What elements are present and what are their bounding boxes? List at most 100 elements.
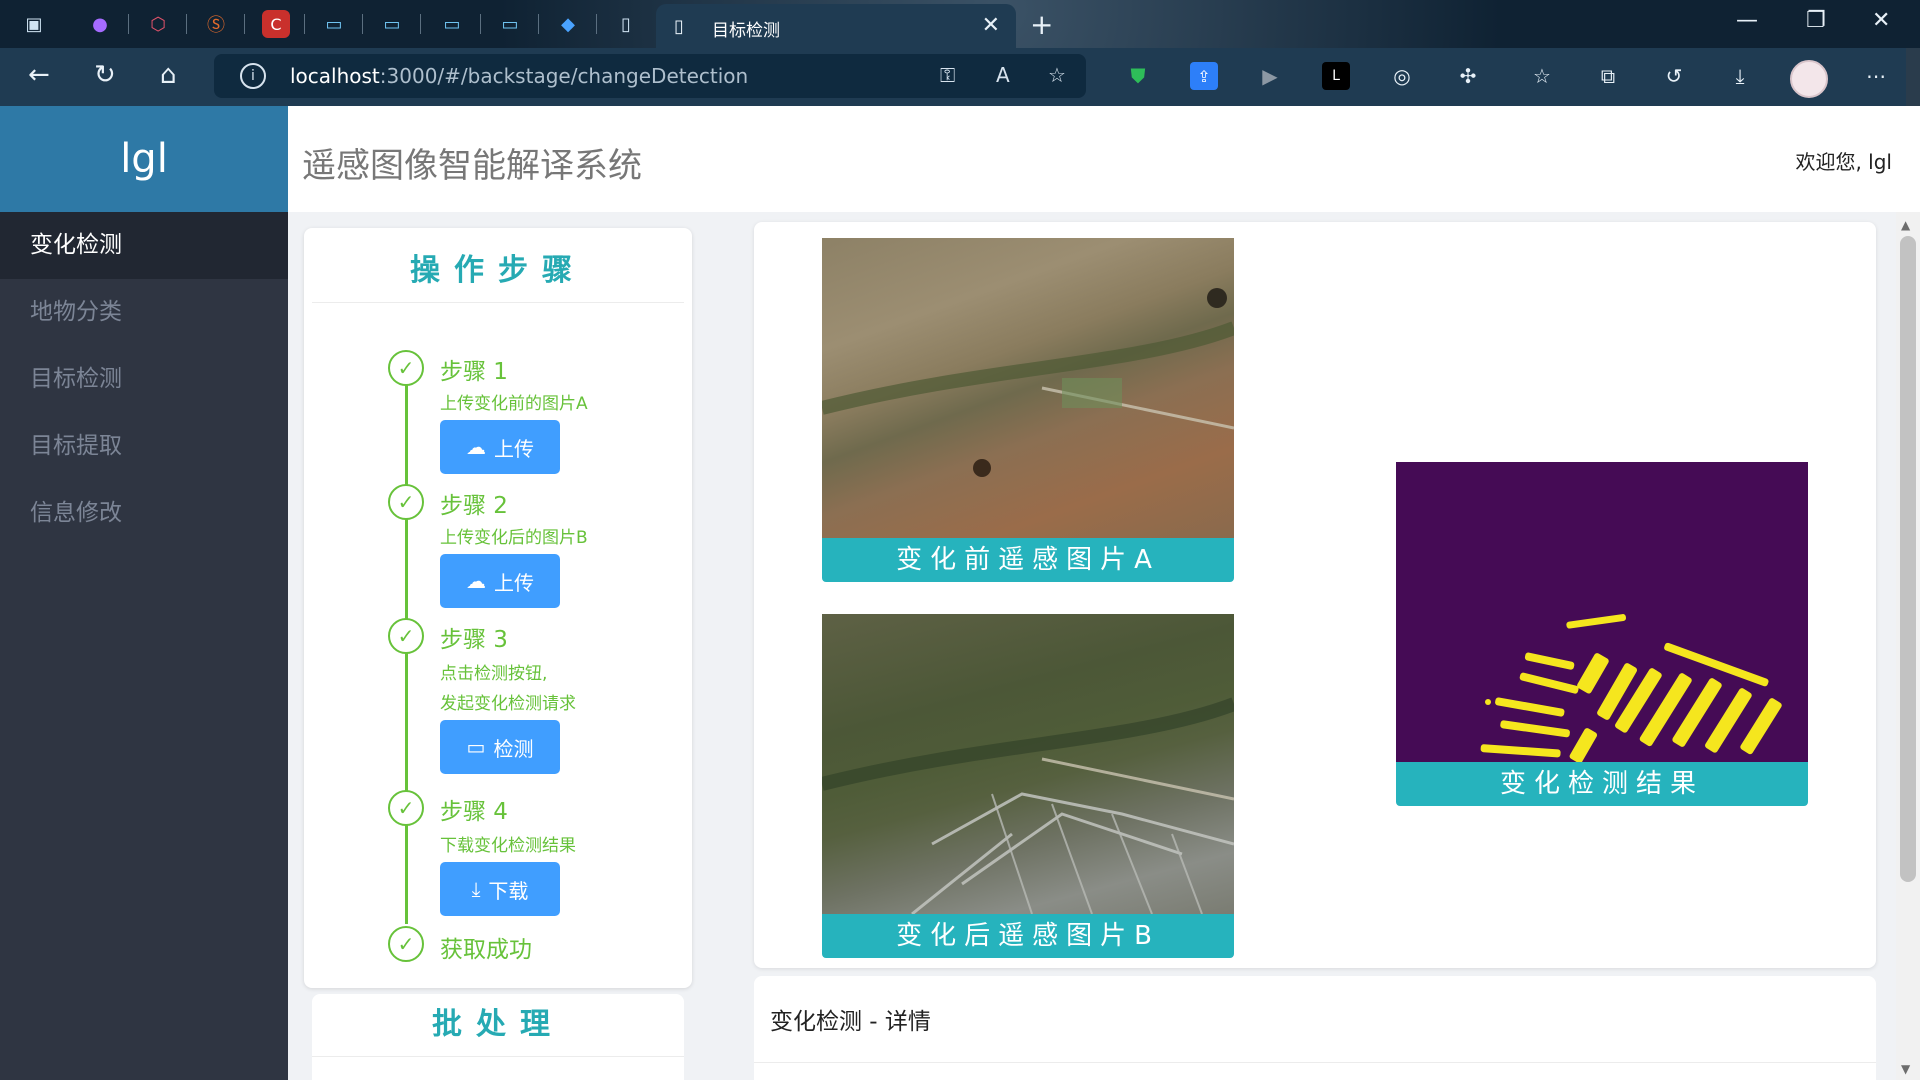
downloads-icon[interactable]: ⤓ (1726, 62, 1754, 90)
extensions-puzzle-icon[interactable]: ✣ (1454, 62, 1482, 90)
tab-favicon-icon[interactable]: ● (86, 10, 114, 38)
batch-card: 批处理 (312, 994, 684, 1080)
active-tab[interactable]: ▯ 目标检测 ✕ (656, 4, 1016, 48)
step-2-desc: 上传变化后的图片B (440, 528, 588, 548)
password-key-icon[interactable]: ⚿ (940, 63, 955, 87)
tab-favicon-icon[interactable]: ▭ (320, 10, 348, 38)
result-change-map (1480, 614, 1782, 764)
collections-icon[interactable]: ⧉ (1594, 62, 1622, 90)
download-button[interactable]: ⤓ 下载 (440, 862, 560, 916)
result-image-caption: 变化检测结果 (1396, 762, 1808, 806)
step-5-title: 获取成功 (440, 937, 532, 963)
site-info-icon[interactable]: i (240, 63, 266, 89)
steps-timeline (405, 384, 408, 924)
step-4-title: 步骤 4 (440, 799, 508, 825)
after-image-caption: 变化后遥感图片B (822, 914, 1234, 958)
favorites-icon[interactable]: ☆ (1528, 62, 1556, 90)
shield-extension-icon[interactable]: ⛊ (1124, 62, 1152, 90)
tab-separator (244, 14, 245, 34)
before-image (820, 238, 1237, 538)
sidebar: 变化检测 地物分类 目标检测 目标提取 信息修改 (0, 212, 288, 1080)
step-3-desc-line1: 点击检测按钮, (440, 664, 548, 684)
tab-separator (480, 14, 481, 34)
extension-icon[interactable]: ⇪ (1190, 62, 1218, 90)
batch-header: 批处理 (312, 994, 684, 1057)
tab-favicon-icon[interactable]: C (262, 10, 290, 38)
step-1-title: 步骤 1 (440, 359, 508, 385)
address-bar[interactable]: i localhost:3000/#/backstage/changeDetec… (214, 54, 1086, 98)
step-3-title: 步骤 3 (440, 627, 508, 653)
tab-favicon-icon[interactable]: ◆ (554, 10, 582, 38)
scroll-up-arrow-icon[interactable]: ▲ (1901, 218, 1910, 232)
tab-separator (538, 14, 539, 34)
tab-favicon-icon[interactable]: ▭ (378, 10, 406, 38)
app-title: 遥感图像智能解译系统 (302, 146, 642, 186)
welcome-text: 欢迎您, lgl (1795, 150, 1892, 174)
after-image-texture (820, 697, 1237, 916)
back-arrow-icon[interactable]: ← (28, 60, 50, 90)
detect-button[interactable]: ▭ 检测 (440, 720, 560, 774)
history-icon[interactable]: ↺ (1660, 62, 1688, 90)
read-aloud-icon[interactable]: A (996, 63, 1010, 87)
tab-page-icon[interactable]: ▯ (612, 10, 640, 38)
tab-separator (128, 14, 129, 34)
tab-separator (420, 14, 421, 34)
tab-separator (304, 14, 305, 34)
after-image (820, 614, 1237, 916)
step-3-desc-line2: 发起变化检测请求 (440, 694, 576, 714)
detect-label: 检测 (493, 736, 534, 761)
page-scrollbar[interactable]: ▲ ▼ (1896, 212, 1920, 1080)
upload-a-label: 上传 (494, 436, 534, 461)
detail-divider (754, 1062, 1876, 1063)
sidebar-item-info-edit[interactable]: 信息修改 (0, 480, 288, 547)
step-4-desc: 下载变化检测结果 (440, 836, 576, 856)
tab-actions-icon[interactable]: ▣ (20, 10, 48, 38)
play-extension-icon[interactable]: ▶ (1256, 62, 1284, 90)
scrollbar-thumb[interactable] (1900, 236, 1916, 882)
sidebar-item-change-detection[interactable]: 变化检测 (0, 212, 288, 279)
add-favorite-icon[interactable]: ☆ (1048, 63, 1066, 87)
result-image (1396, 462, 1808, 764)
detail-title: 变化检测 - 详情 (770, 1009, 931, 1035)
home-icon[interactable]: ⌂ (160, 60, 177, 90)
extension-icon[interactable]: ◎ (1388, 62, 1416, 90)
tab-favicon-icon[interactable]: ▭ (496, 10, 524, 38)
tab-favicon-icon[interactable]: ⬡ (144, 10, 172, 38)
tab-favicon-icon[interactable]: Ⓢ (202, 10, 230, 38)
cloud-upload-icon: ☁ (466, 435, 486, 459)
close-tab-icon[interactable]: ✕ (982, 13, 1000, 38)
upload-a-button[interactable]: ☁ 上传 (440, 420, 560, 474)
more-menu-icon[interactable]: ⋯ (1862, 62, 1890, 90)
window-close-icon[interactable]: ✕ (1872, 8, 1890, 33)
scroll-down-arrow-icon[interactable]: ▼ (1901, 1062, 1910, 1076)
monitor-icon: ▭ (466, 735, 486, 759)
tab-separator (362, 14, 363, 34)
sidebar-item-land-classification[interactable]: 地物分类 (0, 279, 288, 346)
detail-card: 变化检测 - 详情 (754, 976, 1876, 1080)
step-5-check-icon: ✓ (388, 926, 424, 962)
before-image-texture (820, 288, 1237, 477)
upload-b-button[interactable]: ☁ 上传 (440, 554, 560, 608)
steps-header: 操作步骤 (312, 240, 684, 303)
app-logo: lgl (0, 106, 288, 212)
tab-separator (596, 14, 597, 34)
minimize-icon[interactable]: — (1736, 8, 1758, 33)
tab-separator (186, 14, 187, 34)
tab-favicon-icon[interactable]: ▭ (438, 10, 466, 38)
profile-avatar[interactable] (1790, 60, 1828, 98)
step-4-check-icon: ✓ (388, 790, 424, 826)
step-3-check-icon: ✓ (388, 618, 424, 654)
cloud-upload-icon: ☁ (466, 569, 486, 593)
sidebar-item-object-detection[interactable]: 目标检测 (0, 346, 288, 413)
page-icon: ▯ (674, 16, 684, 37)
step-2-check-icon: ✓ (388, 484, 424, 520)
sidebar-item-object-extraction[interactable]: 目标提取 (0, 413, 288, 480)
extension-icon[interactable]: L (1322, 62, 1350, 90)
app-header: 遥感图像智能解译系统 欢迎您, lgl (288, 106, 1920, 213)
restore-icon[interactable]: ❐ (1806, 8, 1826, 33)
new-tab-button[interactable]: + (1030, 8, 1053, 41)
before-image-caption: 变化前遥感图片A (822, 538, 1234, 582)
url-text[interactable]: localhost:3000/#/backstage/changeDetecti… (290, 64, 748, 88)
reload-icon[interactable]: ↻ (94, 60, 116, 90)
active-tab-title: 目标检测 (712, 21, 780, 41)
